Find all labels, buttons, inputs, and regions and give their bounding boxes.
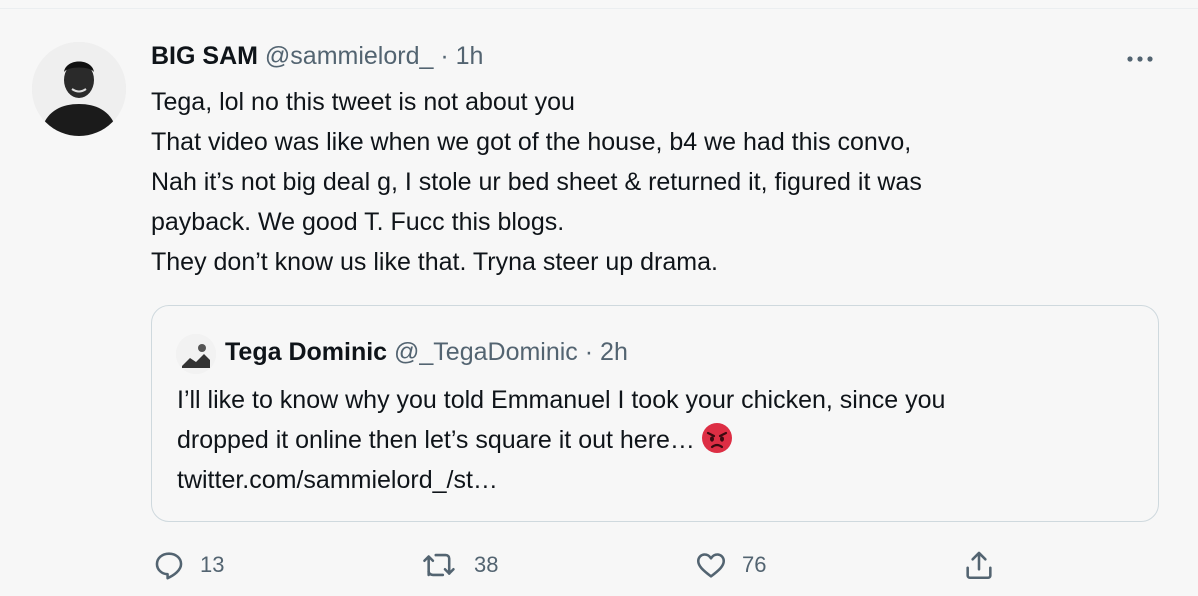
tweet-text-line: Nah it’s not big deal g, I stole ur bed …: [151, 168, 922, 196]
tweet-header: BIG SAM @sammielord_ · 1h: [151, 40, 483, 72]
quoted-separator: ·: [584, 338, 594, 366]
tweet-text-line: They don’t know us like that. Tryna stee…: [151, 248, 718, 276]
tweet-card[interactable]: BIG SAM @sammielord_ · 1h Tega, lol no t…: [0, 0, 1198, 596]
author-handle[interactable]: @sammielord_: [265, 42, 433, 70]
reply-icon: [152, 548, 186, 582]
quoted-header: Tega Dominic @_TegaDominic · 2h: [225, 336, 628, 368]
quoted-text: I’ll like to know why you told Emmanuel …: [177, 380, 1137, 500]
author-avatar[interactable]: [32, 42, 126, 136]
quoted-text-line-content: dropped it online then let’s square it o…: [177, 426, 695, 454]
header-separator: ·: [440, 42, 449, 70]
retweet-icon: [420, 548, 460, 582]
tweet-time[interactable]: 1h: [456, 42, 484, 70]
quoted-text-line: I’ll like to know why you told Emmanuel …: [177, 386, 946, 414]
like-icon: [694, 548, 728, 582]
share-button[interactable]: [962, 548, 996, 582]
like-count: 76: [742, 552, 767, 577]
retweet-button[interactable]: 38: [420, 548, 498, 582]
quoted-time: 2h: [600, 338, 628, 366]
author-name[interactable]: BIG SAM: [151, 42, 258, 70]
top-divider: [0, 8, 1198, 9]
tweet-text: Tega, lol no this tweet is not about you…: [151, 82, 1161, 282]
quoted-tweet[interactable]: Tega Dominic @_TegaDominic · 2h I’ll lik…: [151, 305, 1159, 522]
quoted-author-avatar: [176, 334, 216, 374]
reply-button[interactable]: 13: [152, 548, 224, 582]
tweet-text-line: That video was like when we got of the h…: [151, 128, 912, 156]
like-button[interactable]: 76: [694, 548, 766, 582]
reply-count: 13: [200, 552, 225, 577]
tweet-actions: 13 38 76: [0, 548, 1198, 592]
quoted-text-line: dropped it online then let’s square it o…: [177, 420, 1137, 460]
angry-face-emoji-icon: [701, 422, 733, 454]
tweet-text-line: payback. We good T. Fucc this blogs.: [151, 208, 565, 236]
share-icon: [962, 548, 996, 582]
quoted-link[interactable]: twitter.com/sammielord_/st…: [177, 460, 1137, 500]
retweet-count: 38: [474, 552, 499, 577]
quoted-author-handle: @_TegaDominic: [394, 338, 578, 366]
quoted-author-name: Tega Dominic: [225, 338, 388, 366]
more-icon[interactable]: [1122, 44, 1158, 74]
tweet-text-line: Tega, lol no this tweet is not about you: [151, 88, 575, 116]
